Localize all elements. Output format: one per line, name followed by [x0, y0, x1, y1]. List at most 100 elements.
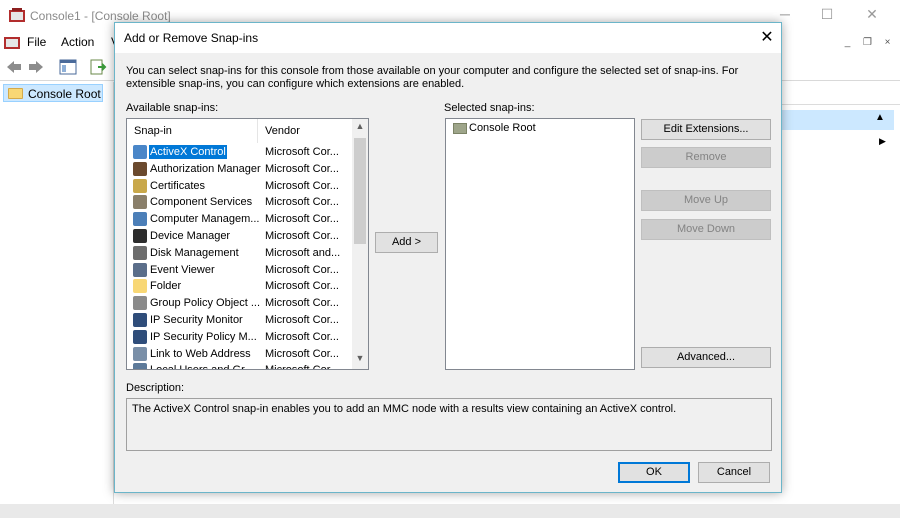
snapin-name: Computer Managem... — [150, 213, 260, 226]
disk-icon — [133, 245, 147, 260]
snapin-row[interactable]: Group Policy Object ... Microsoft Cor... — [127, 295, 352, 312]
group-policy-icon — [133, 296, 147, 311]
component-icon — [133, 195, 147, 210]
column-header-vendor[interactable]: Vendor — [259, 119, 349, 143]
snapin-row[interactable]: Local Users and Gr... Microsoft Cor... — [127, 362, 352, 369]
event-icon — [133, 262, 147, 277]
snapin-name: Device Manager — [150, 229, 231, 242]
snapin-row[interactable]: Link to Web Address Microsoft Cor... — [127, 346, 352, 363]
snapin-vendor: Microsoft Cor... — [265, 297, 339, 310]
column-header-snapin[interactable]: Snap-in — [127, 119, 258, 143]
minimize-button[interactable]: ─ — [775, 4, 795, 24]
folder-icon — [133, 279, 147, 294]
more-actions-arrow-icon[interactable]: ▶ — [879, 136, 886, 147]
snapin-row[interactable]: Certificates Microsoft Cor... — [127, 178, 352, 195]
snapin-name: Disk Management — [150, 246, 239, 259]
snapin-row[interactable]: Disk Management Microsoft and... — [127, 245, 352, 262]
snapin-vendor: Microsoft Cor... — [265, 313, 339, 326]
ip-policy-icon — [133, 329, 147, 344]
snapin-name: Link to Web Address — [150, 347, 251, 360]
snapin-vendor: Microsoft Cor... — [265, 229, 339, 242]
show-hide-tree-icon[interactable] — [59, 58, 77, 76]
menu-action[interactable]: Action — [61, 35, 94, 49]
snapin-name: Folder — [150, 280, 182, 293]
cancel-button[interactable]: Cancel — [698, 462, 770, 483]
snapin-vendor: Microsoft Cor... — [265, 179, 339, 192]
scrollbar-thumb[interactable] — [354, 138, 366, 244]
move-up-button[interactable]: Move Up — [641, 190, 771, 211]
snapin-row[interactable]: Authorization Manager Microsoft Cor... — [127, 161, 352, 178]
snapin-vendor: Microsoft Cor... — [265, 146, 339, 158]
folder-icon — [8, 88, 23, 99]
snapin-name: Group Policy Object ... — [150, 297, 261, 310]
actions-pane-header — [780, 83, 900, 105]
snapin-vendor: Microsoft Cor... — [265, 363, 339, 369]
snapin-name: Authorization Manager — [150, 162, 261, 175]
snapin-row[interactable]: Component Services Microsoft Cor... — [127, 194, 352, 211]
authorization-icon — [133, 161, 147, 176]
snapin-name: Certificates — [150, 179, 206, 192]
add-button[interactable]: Add > — [375, 232, 438, 253]
available-snapins-list[interactable]: Snap-in Vendor ActiveX Control Microsoft … — [126, 118, 369, 370]
computer-icon — [133, 212, 147, 227]
snapin-row[interactable]: Event Viewer Microsoft Cor... — [127, 262, 352, 279]
mdi-minimize-button[interactable]: _ — [840, 35, 855, 50]
activex-icon — [133, 145, 147, 159]
snapin-vendor: Microsoft Cor... — [265, 280, 339, 293]
folder-icon — [453, 123, 467, 134]
status-bar — [0, 504, 900, 518]
collapse-up-icon[interactable]: ▲ — [875, 112, 885, 123]
snapin-row[interactable]: Computer Managem... Microsoft Cor... — [127, 211, 352, 228]
snapin-name: IP Security Monitor — [150, 313, 243, 326]
export-list-icon[interactable] — [89, 58, 107, 76]
edit-extensions-button[interactable]: Edit Extensions... — [641, 119, 771, 140]
description-box: The ActiveX Control snap-in enables you … — [126, 398, 772, 451]
advanced-button[interactable]: Advanced... — [641, 347, 771, 368]
snapin-vendor: Microsoft Cor... — [265, 213, 339, 226]
snapin-name: Component Services — [150, 196, 253, 209]
dialog-close-button[interactable]: ✕ — [755, 27, 779, 49]
snapin-vendor: Microsoft Cor... — [265, 263, 339, 276]
remove-button[interactable]: Remove — [641, 147, 771, 168]
mdi-close-button[interactable]: × — [880, 35, 895, 50]
mmc-app-icon — [9, 8, 25, 22]
close-window-button[interactable]: ✕ — [862, 4, 882, 24]
menu-file[interactable]: File — [27, 35, 46, 49]
scroll-down-icon[interactable]: ▼ — [352, 353, 368, 367]
snapin-name: Local Users and Gr... — [149, 363, 254, 369]
add-remove-snapins-dialog: Add or Remove Snap-ins ✕ You can select … — [114, 22, 782, 493]
scroll-up-icon[interactable]: ▲ — [352, 121, 368, 135]
ok-button[interactable]: OK — [618, 462, 690, 483]
available-snapins-label: Available snap-ins: — [126, 102, 219, 114]
selected-snapins-list[interactable]: Console Root — [445, 118, 635, 370]
forward-arrow-icon[interactable] — [27, 58, 45, 76]
maximize-button[interactable]: ☐ — [817, 4, 837, 24]
move-down-button[interactable]: Move Down — [641, 219, 771, 240]
snapin-row[interactable]: Folder Microsoft Cor... — [127, 278, 352, 295]
selected-item-console-root[interactable]: Console Root — [469, 122, 536, 134]
dialog-title: Add or Remove Snap-ins — [124, 31, 259, 45]
available-list-scrollbar[interactable]: ▲ ▼ — [352, 119, 368, 369]
dialog-titlebar: Add or Remove Snap-ins ✕ — [115, 23, 781, 53]
snapin-name: IP Security Policy M... — [150, 330, 257, 343]
certificate-icon — [133, 178, 147, 193]
snapin-row[interactable]: IP Security Monitor Microsoft Cor... — [127, 312, 352, 329]
device-icon — [133, 228, 147, 243]
snapin-row[interactable]: Device Manager Microsoft Cor... — [127, 228, 352, 245]
selected-snapins-label: Selected snap-ins: — [444, 102, 535, 114]
snapin-name: Event Viewer — [150, 263, 215, 276]
tree-pane — [0, 82, 114, 518]
snapin-name: ActiveX Control — [149, 145, 227, 159]
window-title: Console1 - [Console Root] — [30, 9, 171, 23]
snapin-vendor: Microsoft Cor... — [265, 196, 339, 209]
snapin-row[interactable]: IP Security Policy M... Microsoft Cor... — [127, 329, 352, 346]
back-arrow-icon[interactable] — [5, 58, 23, 76]
snapin-row[interactable]: ActiveX Control Microsoft Cor... — [127, 144, 352, 161]
snapin-vendor: Microsoft and... — [265, 246, 341, 259]
snapin-vendor: Microsoft Cor... — [265, 347, 339, 360]
tree-item-label: Console Root — [28, 87, 101, 101]
console-menu-icon[interactable] — [4, 34, 20, 49]
mdi-restore-button[interactable]: ❐ — [860, 35, 875, 50]
tree-item-console-root[interactable]: Console Root — [3, 84, 103, 102]
snapin-vendor: Microsoft Cor... — [265, 330, 339, 343]
